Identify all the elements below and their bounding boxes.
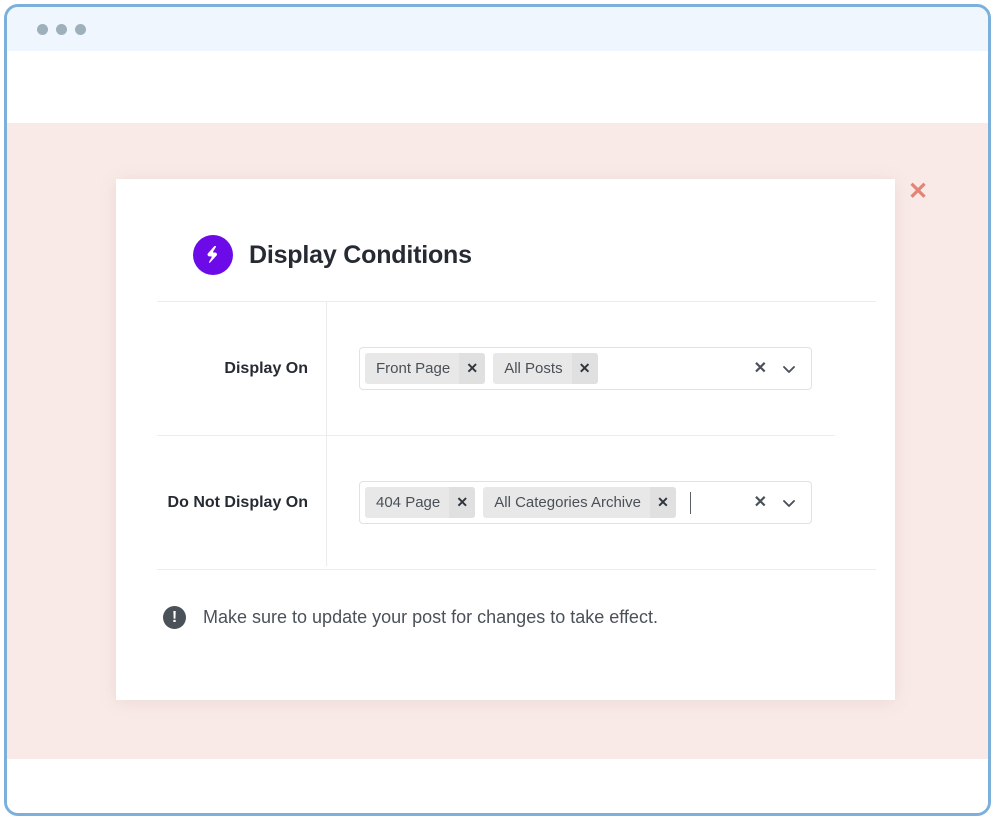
page-footer-area <box>7 759 988 813</box>
display-conditions-modal: Display Conditions Display On Front Page… <box>116 179 895 700</box>
lightning-bolt-icon <box>193 235 233 275</box>
do-not-display-on-multiselect[interactable]: 404 Page ✕ All Categories Archive ✕ ✕ <box>359 481 812 524</box>
tag-label: Front Page <box>376 360 451 377</box>
traffic-light-buttons[interactable] <box>37 23 86 35</box>
divider-vertical <box>326 302 327 566</box>
browser-titlebar <box>7 7 988 51</box>
field-display-on: Front Page ✕ All Posts ✕ ✕ <box>326 347 876 390</box>
page-toolbar-area <box>7 51 988 123</box>
tag-label: 404 Page <box>376 494 441 511</box>
divider-bottom <box>157 569 876 570</box>
window-close-dot[interactable] <box>37 23 48 35</box>
form-row-display-on: Display On Front Page ✕ All Posts ✕ ✕ <box>157 302 876 435</box>
page-title: Display Conditions <box>249 240 472 269</box>
browser-window: ✕ Display Conditions Display On Front Pa… <box>4 4 991 816</box>
chevron-down-icon[interactable] <box>781 495 797 511</box>
tag-label: All Posts <box>504 360 563 377</box>
tag-remove-icon[interactable]: ✕ <box>459 353 486 384</box>
do-not-display-on-controls: ✕ <box>740 494 807 511</box>
window-minimize-dot[interactable] <box>56 23 67 35</box>
modal-header: Display Conditions <box>116 179 895 275</box>
form-row-do-not-display-on: Do Not Display On 404 Page ✕ All Categor… <box>157 436 876 569</box>
tag-item[interactable]: All Posts ✕ <box>493 353 598 384</box>
display-conditions-form: Display On Front Page ✕ All Posts ✕ ✕ Do… <box>157 301 876 570</box>
clear-all-icon[interactable]: ✕ <box>754 494 767 511</box>
display-on-tag-list: Front Page ✕ All Posts ✕ <box>365 353 740 384</box>
window-maximize-dot[interactable] <box>75 23 86 35</box>
display-on-controls: ✕ <box>740 360 807 377</box>
tag-item[interactable]: All Categories Archive ✕ <box>483 487 676 518</box>
chevron-down-icon[interactable] <box>781 361 797 377</box>
exclamation-circle-icon: ! <box>163 606 186 629</box>
clear-all-icon[interactable]: ✕ <box>754 360 767 377</box>
tag-remove-icon[interactable]: ✕ <box>649 487 676 518</box>
do-not-display-on-tag-list: 404 Page ✕ All Categories Archive ✕ <box>365 487 740 518</box>
tag-remove-icon[interactable]: ✕ <box>571 353 598 384</box>
field-do-not-display-on: 404 Page ✕ All Categories Archive ✕ ✕ <box>326 481 876 524</box>
modal-close-icon[interactable]: ✕ <box>903 177 933 207</box>
text-cursor <box>689 491 691 514</box>
update-notice: ! Make sure to update your post for chan… <box>116 570 895 629</box>
tag-item[interactable]: 404 Page ✕ <box>365 487 476 518</box>
tag-label: All Categories Archive <box>494 494 641 511</box>
notice-text: Make sure to update your post for change… <box>203 607 658 627</box>
tag-item[interactable]: Front Page ✕ <box>365 353 486 384</box>
display-on-multiselect[interactable]: Front Page ✕ All Posts ✕ ✕ <box>359 347 812 390</box>
label-do-not-display-on: Do Not Display On <box>167 493 308 511</box>
tag-remove-icon[interactable]: ✕ <box>449 487 476 518</box>
label-display-on: Display On <box>224 359 308 377</box>
